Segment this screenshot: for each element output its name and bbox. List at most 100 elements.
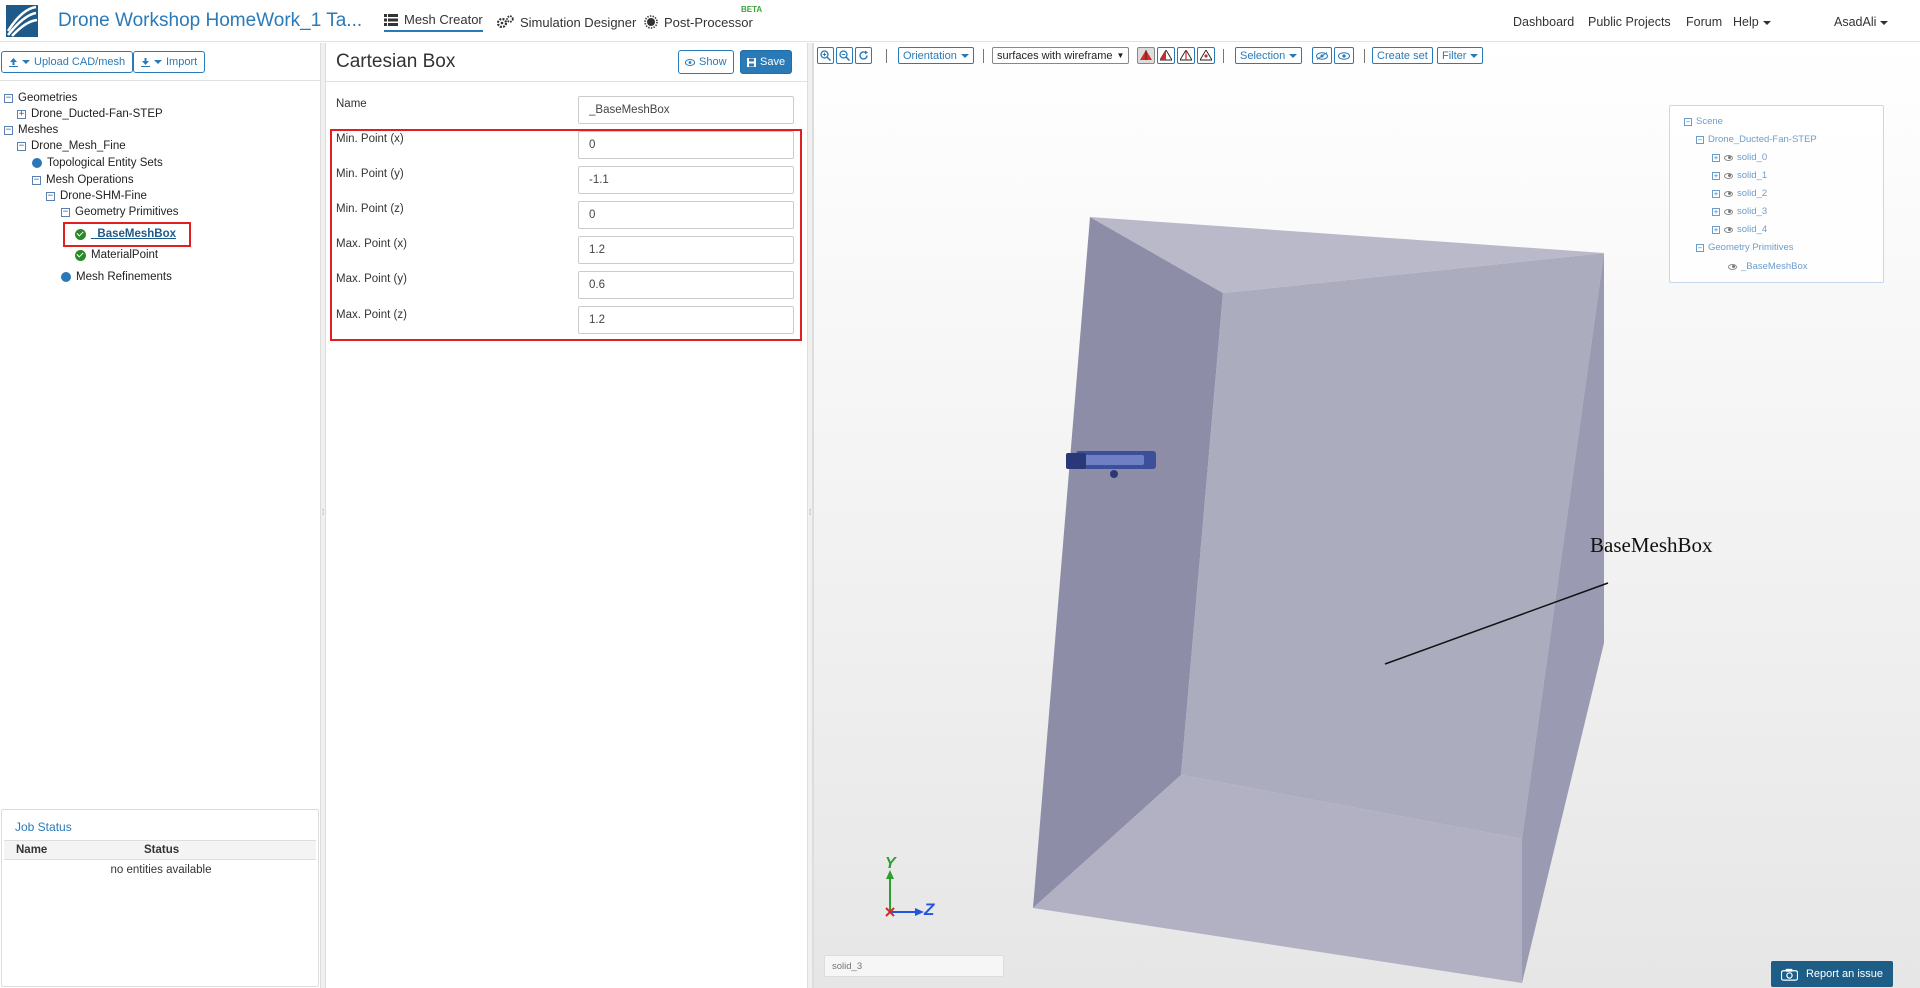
expand-icon[interactable]: + [1712, 153, 1720, 162]
filter-label: Filter [1442, 49, 1467, 62]
status-dot-icon [32, 158, 42, 168]
eye-icon[interactable] [1724, 154, 1733, 161]
expand-icon[interactable]: + [17, 109, 26, 119]
expand-icon[interactable]: + [1712, 225, 1720, 234]
upload-cad-button[interactable]: Upload CAD/mesh [1, 51, 134, 73]
eye-icon[interactable] [1724, 226, 1733, 233]
selection-highlight-box [63, 222, 191, 247]
link-public-projects[interactable]: Public Projects [1588, 15, 1671, 29]
scene-node-base-mesh-box[interactable]: _BaseMeshBox [1728, 261, 1808, 272]
scene-node-solid-3[interactable]: + solid_3 [1712, 206, 1767, 217]
tab-label: Simulation Designer [520, 14, 637, 30]
zoom-in-button[interactable] [817, 47, 834, 64]
scene-label: Geometry Primitives [1708, 242, 1794, 253]
tree-label: Geometries [18, 92, 78, 104]
collapse-icon[interactable]: − [4, 125, 13, 135]
scene-node-solid-1[interactable]: + solid_1 [1712, 170, 1767, 181]
reset-view-button[interactable] [855, 47, 872, 64]
expand-icon[interactable]: + [1712, 207, 1720, 216]
render-surface-button[interactable] [1137, 47, 1155, 64]
tab-post-processor[interactable]: Post-Processor [644, 12, 753, 32]
tab-mesh-creator[interactable]: Mesh Creator [384, 12, 483, 32]
collapse-icon[interactable]: − [1696, 135, 1704, 144]
eye-icon[interactable] [1728, 263, 1737, 270]
hide-selected-button[interactable] [1312, 47, 1332, 64]
tree-node-mesh-operations[interactable]: − Mesh Operations [32, 173, 134, 187]
cone-solid-icon [1140, 50, 1152, 60]
toolbar-separator [886, 49, 887, 63]
column-status-header: Status [144, 844, 180, 856]
expand-icon[interactable]: + [1712, 189, 1720, 198]
tree-node-geometry[interactable]: + Drone_Ducted-Fan-STEP [17, 107, 163, 121]
collapse-icon[interactable]: − [4, 93, 13, 103]
report-issue-button[interactable]: Report an issue [1771, 961, 1893, 987]
tab-label: Mesh Creator [404, 12, 483, 27]
tree-node-operation[interactable]: − Drone-SHM-Fine [46, 189, 147, 203]
editor-panel: Cartesian Box Show Save Name Min. Point … [326, 43, 807, 988]
collapse-icon[interactable]: − [1696, 243, 1704, 252]
show-button[interactable]: Show [678, 50, 734, 74]
scene-node-primitives[interactable]: − Geometry Primitives [1696, 242, 1794, 253]
eye-icon[interactable] [1724, 208, 1733, 215]
tree-label: Geometry Primitives [75, 206, 179, 218]
entity-search-input[interactable] [824, 955, 1004, 977]
expand-icon[interactable]: + [1712, 171, 1720, 180]
scene-label: Drone_Ducted-Fan-STEP [1708, 134, 1817, 145]
filter-dropdown[interactable]: Filter [1437, 47, 1484, 64]
report-label: Report an issue [1805, 968, 1883, 980]
scene-node-solid-4[interactable]: + solid_4 [1712, 224, 1767, 235]
link-dashboard[interactable]: Dashboard [1513, 15, 1574, 29]
scene-node-geometry[interactable]: − Drone_Ducted-Fan-STEP [1696, 134, 1817, 145]
scene-node-root[interactable]: − Scene [1684, 116, 1723, 127]
scene-label: Scene [1696, 116, 1723, 127]
caret-down-icon [154, 60, 162, 64]
3d-viewport[interactable]: Orientation surfaces with wireframe ▼ Sel… [813, 43, 1920, 988]
cone-outline-icon [1180, 50, 1192, 61]
eye-icon[interactable] [1724, 190, 1733, 197]
create-set-button[interactable]: Create set [1372, 47, 1433, 64]
render-wireframe-button[interactable] [1157, 47, 1175, 64]
toolbar-separator [1364, 49, 1365, 63]
help-label: Help [1733, 15, 1759, 29]
user-menu[interactable]: AsadAli [1834, 15, 1889, 29]
name-input[interactable] [578, 96, 794, 124]
collapse-icon[interactable]: − [46, 191, 55, 201]
collapse-icon[interactable]: − [61, 207, 70, 217]
collapse-icon[interactable]: − [32, 175, 41, 185]
scene-node-solid-2[interactable]: + solid_2 [1712, 188, 1767, 199]
show-all-button[interactable] [1334, 47, 1354, 64]
eye-icon [685, 58, 695, 66]
render-edges-button[interactable] [1177, 47, 1195, 64]
save-button[interactable]: Save [740, 50, 793, 74]
tree-node-mesh-refinements[interactable]: Mesh Refinements [61, 270, 172, 284]
render-points-button[interactable] [1197, 47, 1215, 64]
orientation-dropdown[interactable]: Orientation [898, 47, 974, 64]
selection-dropdown[interactable]: Selection [1235, 47, 1303, 64]
scene-label: _BaseMeshBox [1741, 261, 1808, 272]
import-button[interactable]: Import [133, 51, 206, 73]
help-menu[interactable]: Help [1733, 15, 1771, 29]
tree-node-entity-sets[interactable]: Topological Entity Sets [32, 156, 163, 170]
annotation-label: BaseMeshBox [1590, 533, 1713, 557]
app-logo-icon[interactable] [6, 5, 38, 37]
tree-node-meshes[interactable]: − Meshes [4, 123, 58, 137]
tree-node-mesh[interactable]: − Drone_Mesh_Fine [17, 139, 126, 153]
eye-icon[interactable] [1724, 172, 1733, 179]
zoom-out-button[interactable] [836, 47, 853, 64]
tree-node-geometry-primitives[interactable]: − Geometry Primitives [61, 205, 179, 219]
top-navbar: Drone Workshop HomeWork_1 Ta... Mesh Cre… [0, 0, 1920, 42]
scene-label: solid_1 [1737, 170, 1768, 181]
tab-simulation-designer[interactable]: Simulation Designer [497, 12, 636, 32]
collapse-icon[interactable]: − [17, 141, 26, 151]
tree-node-material-point[interactable]: MaterialPoint [75, 248, 158, 262]
show-label: Show [699, 56, 727, 68]
render-mode-select[interactable]: surfaces with wireframe ▼ [992, 47, 1130, 64]
collapse-icon[interactable]: − [1684, 117, 1692, 126]
scene-node-solid-0[interactable]: + solid_0 [1712, 152, 1767, 163]
tree-node-geometries[interactable]: − Geometries [4, 91, 77, 105]
project-title[interactable]: Drone Workshop HomeWork_1 Ta... [58, 10, 362, 32]
toolbar-separator [1223, 49, 1224, 63]
column-name-header: Name [16, 844, 48, 856]
link-forum[interactable]: Forum [1686, 15, 1722, 29]
tree-label: MaterialPoint [91, 249, 159, 261]
